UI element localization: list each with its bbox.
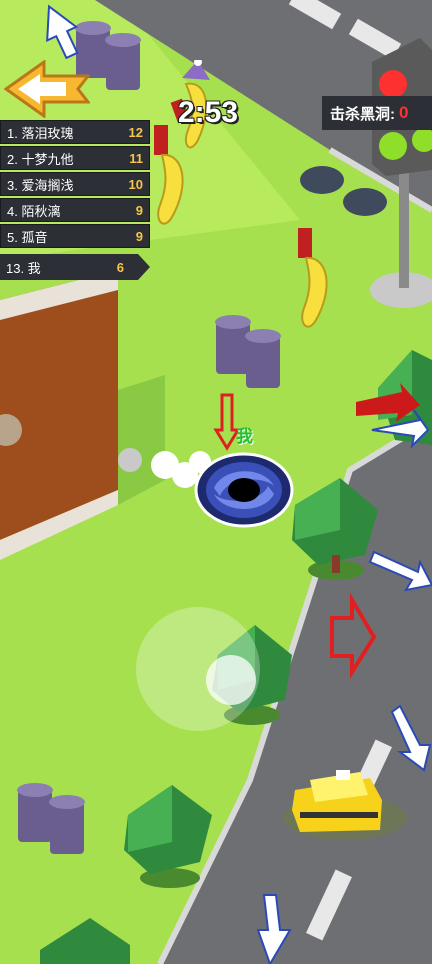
leaderboard-name: 1. 落泪玫瑰 (7, 125, 74, 141)
banana-enemy (298, 228, 328, 328)
leaderboard-score: 9 (135, 202, 143, 218)
leaderboard-name: 3. 爱海搁浅 (7, 177, 74, 193)
game-scene: 我 2:53 击杀黑洞: 0 1. 落泪玫瑰 12 2. 十梦九他 11 3. … (0, 0, 432, 964)
black-hole-icon (194, 452, 294, 528)
leaderboard-name: 5. 孤音 (7, 229, 48, 245)
round-timer: 2:53 (178, 96, 239, 129)
kill-counter-label: 击杀黑洞: (330, 105, 395, 123)
back-arrow-icon (4, 60, 90, 118)
leaderboard-row: 5. 孤音 9 (0, 224, 150, 248)
leaderboard-name: 13. 我 (6, 260, 41, 276)
kill-counter-value: 0 (399, 103, 409, 122)
leaderboard-row: 2. 十梦九他 11 (0, 146, 150, 170)
leaderboard-score: 10 (128, 176, 143, 192)
leaderboard-my-rank: 13. 我 6 (0, 254, 150, 280)
player-label: 我 (236, 427, 253, 446)
leaderboard-name: 4. 陌秋漓 (7, 203, 61, 219)
leaderboard-score: 6 (116, 259, 124, 275)
joystick-knob[interactable] (206, 655, 256, 705)
leaderboard-row: 4. 陌秋漓 9 (0, 198, 150, 222)
back-button[interactable] (4, 60, 90, 118)
kill-counter: 击杀黑洞: 0 (322, 96, 432, 130)
leaderboard-score: 9 (135, 228, 143, 244)
leaderboard-row: 1. 落泪玫瑰 12 (0, 120, 150, 144)
leaderboard: 1. 落泪玫瑰 12 2. 十梦九他 11 3. 爱海搁浅 10 4. 陌秋漓 … (0, 120, 150, 250)
leaderboard-score: 12 (128, 124, 143, 140)
leaderboard-score: 11 (129, 150, 143, 166)
leaderboard-row: 3. 爱海搁浅 10 (0, 172, 150, 196)
leaderboard-name: 2. 十梦九他 (7, 151, 74, 167)
